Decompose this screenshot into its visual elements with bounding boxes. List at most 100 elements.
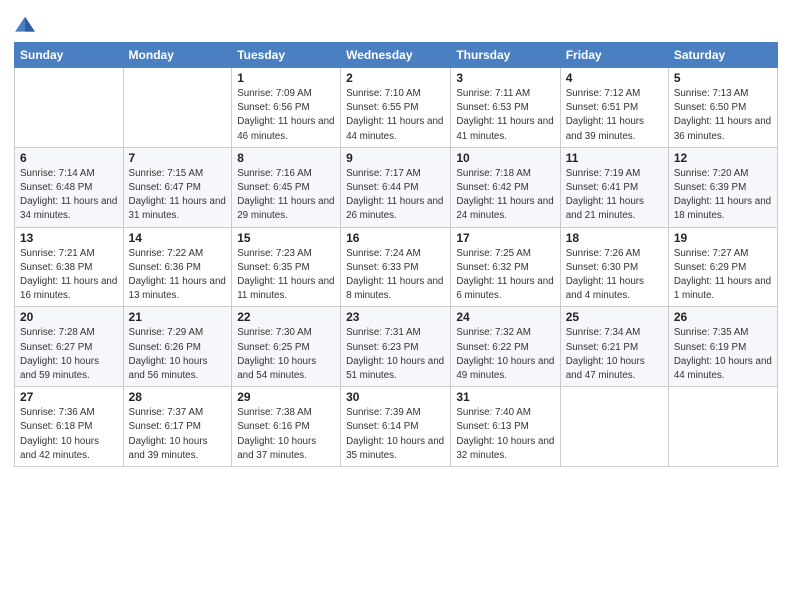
day-number: 17 [456, 231, 554, 245]
day-number: 23 [346, 310, 445, 324]
day-number: 12 [674, 151, 772, 165]
day-info: Sunrise: 7:38 AM Sunset: 6:16 PM Dayligh… [237, 407, 316, 461]
day-info: Sunrise: 7:27 AM Sunset: 6:29 PM Dayligh… [674, 248, 771, 302]
calendar-cell: 30 Sunrise: 7:39 AM Sunset: 6:14 PM Dayli… [341, 387, 451, 467]
calendar-cell: 1Sunrise: 7:09 AM Sunset: 6:56 PM Daylig… [232, 68, 341, 148]
day-number: 14 [129, 231, 227, 245]
weekday-header: Wednesday [341, 43, 451, 68]
day-info: Sunrise: 7:26 AM Sunset: 6:30 PM Dayligh… [566, 248, 644, 302]
calendar-cell: 6 Sunrise: 7:14 AM Sunset: 6:48 PM Daylig… [15, 147, 124, 227]
day-number: 7 [129, 151, 227, 165]
day-info: Sunrise: 7:22 AM Sunset: 6:36 PM Dayligh… [129, 248, 226, 302]
calendar-cell: 15 Sunrise: 7:23 AM Sunset: 6:35 PM Dayli… [232, 227, 341, 307]
calendar-cell [668, 387, 777, 467]
calendar-cell: 16 Sunrise: 7:24 AM Sunset: 6:33 PM Dayli… [341, 227, 451, 307]
day-number: 26 [674, 310, 772, 324]
day-number: 15 [237, 231, 335, 245]
calendar-cell: 2 Sunrise: 7:10 AM Sunset: 6:55 PM Daylig… [341, 68, 451, 148]
day-info: Sunrise: 7:25 AM Sunset: 6:32 PM Dayligh… [456, 248, 553, 302]
calendar-cell: 25Sunrise: 7:34 AM Sunset: 6:21 PM Dayli… [560, 307, 668, 387]
day-number: 8 [237, 151, 335, 165]
day-info: Sunrise: 7:36 AM Sunset: 6:18 PM Dayligh… [20, 407, 99, 461]
calendar-cell: 3 Sunrise: 7:11 AM Sunset: 6:53 PM Daylig… [451, 68, 560, 148]
calendar-page: SundayMondayTuesdayWednesdayThursdayFrid… [0, 0, 792, 612]
day-info: Sunrise: 7:35 AM Sunset: 6:19 PM Dayligh… [674, 327, 772, 381]
calendar-cell: 31 Sunrise: 7:40 AM Sunset: 6:13 PM Dayli… [451, 387, 560, 467]
day-info: Sunrise: 7:30 AM Sunset: 6:25 PM Dayligh… [237, 327, 316, 381]
calendar-cell: 20Sunrise: 7:28 AM Sunset: 6:27 PM Dayli… [15, 307, 124, 387]
day-number: 2 [346, 71, 445, 85]
calendar-body: 1Sunrise: 7:09 AM Sunset: 6:56 PM Daylig… [15, 68, 778, 467]
calendar-week-row: 1Sunrise: 7:09 AM Sunset: 6:56 PM Daylig… [15, 68, 778, 148]
day-number: 22 [237, 310, 335, 324]
day-info: Sunrise: 7:29 AM Sunset: 6:26 PM Dayligh… [129, 327, 208, 381]
logo [14, 14, 41, 36]
day-info: Sunrise: 7:18 AM Sunset: 6:42 PM Dayligh… [456, 168, 553, 222]
weekday-header: Tuesday [232, 43, 341, 68]
weekday-header-row: SundayMondayTuesdayWednesdayThursdayFrid… [15, 43, 778, 68]
day-info: Sunrise: 7:24 AM Sunset: 6:33 PM Dayligh… [346, 248, 443, 302]
day-info: Sunrise: 7:13 AM Sunset: 6:50 PM Dayligh… [674, 88, 771, 142]
weekday-header: Friday [560, 43, 668, 68]
day-number: 6 [20, 151, 118, 165]
day-info: Sunrise: 7:14 AM Sunset: 6:48 PM Dayligh… [20, 168, 117, 222]
day-info: Sunrise: 7:34 AM Sunset: 6:21 PM Dayligh… [566, 327, 645, 381]
day-number: 3 [456, 71, 554, 85]
day-info: Sunrise: 7:28 AM Sunset: 6:27 PM Dayligh… [20, 327, 99, 381]
day-info: Sunrise: 7:11 AM Sunset: 6:53 PM Dayligh… [456, 88, 553, 142]
calendar-cell: 26 Sunrise: 7:35 AM Sunset: 6:19 PM Dayli… [668, 307, 777, 387]
calendar-cell: 22 Sunrise: 7:30 AM Sunset: 6:25 PM Dayli… [232, 307, 341, 387]
day-number: 28 [129, 390, 227, 404]
day-info: Sunrise: 7:31 AM Sunset: 6:23 PM Dayligh… [346, 327, 444, 381]
day-info: Sunrise: 7:10 AM Sunset: 6:55 PM Dayligh… [346, 88, 443, 142]
day-number: 21 [129, 310, 227, 324]
calendar-cell: 14 Sunrise: 7:22 AM Sunset: 6:36 PM Dayli… [123, 227, 232, 307]
calendar-cell: 9 Sunrise: 7:17 AM Sunset: 6:44 PM Daylig… [341, 147, 451, 227]
day-number: 9 [346, 151, 445, 165]
day-number: 29 [237, 390, 335, 404]
calendar-cell: 19 Sunrise: 7:27 AM Sunset: 6:29 PM Dayli… [668, 227, 777, 307]
day-number: 31 [456, 390, 554, 404]
weekday-header: Thursday [451, 43, 560, 68]
day-info: Sunrise: 7:20 AM Sunset: 6:39 PM Dayligh… [674, 168, 771, 222]
day-number: 4 [566, 71, 663, 85]
calendar-cell [560, 387, 668, 467]
day-info: Sunrise: 7:37 AM Sunset: 6:17 PM Dayligh… [129, 407, 208, 461]
calendar-cell: 24 Sunrise: 7:32 AM Sunset: 6:22 PM Dayli… [451, 307, 560, 387]
day-number: 1 [237, 71, 335, 85]
calendar-cell: 12 Sunrise: 7:20 AM Sunset: 6:39 PM Dayli… [668, 147, 777, 227]
page-header [14, 10, 778, 36]
day-number: 19 [674, 231, 772, 245]
day-info: Sunrise: 7:17 AM Sunset: 6:44 PM Dayligh… [346, 168, 443, 222]
calendar-cell: 4 Sunrise: 7:12 AM Sunset: 6:51 PM Daylig… [560, 68, 668, 148]
day-number: 16 [346, 231, 445, 245]
day-number: 24 [456, 310, 554, 324]
weekday-header: Saturday [668, 43, 777, 68]
calendar-week-row: 27 Sunrise: 7:36 AM Sunset: 6:18 PM Dayli… [15, 387, 778, 467]
day-number: 10 [456, 151, 554, 165]
weekday-header: Sunday [15, 43, 124, 68]
day-info: Sunrise: 7:12 AM Sunset: 6:51 PM Dayligh… [566, 88, 644, 142]
day-number: 11 [566, 151, 663, 165]
day-number: 13 [20, 231, 118, 245]
calendar-cell: 23 Sunrise: 7:31 AM Sunset: 6:23 PM Dayli… [341, 307, 451, 387]
day-number: 18 [566, 231, 663, 245]
calendar-cell: 8Sunrise: 7:16 AM Sunset: 6:45 PM Daylig… [232, 147, 341, 227]
day-number: 30 [346, 390, 445, 404]
calendar-cell: 17 Sunrise: 7:25 AM Sunset: 6:32 PM Dayli… [451, 227, 560, 307]
day-number: 27 [20, 390, 118, 404]
calendar-week-row: 13Sunrise: 7:21 AM Sunset: 6:38 PM Dayli… [15, 227, 778, 307]
day-info: Sunrise: 7:23 AM Sunset: 6:35 PM Dayligh… [237, 248, 334, 302]
calendar-cell: 5 Sunrise: 7:13 AM Sunset: 6:50 PM Daylig… [668, 68, 777, 148]
calendar-cell [123, 68, 232, 148]
day-info: Sunrise: 7:32 AM Sunset: 6:22 PM Dayligh… [456, 327, 554, 381]
calendar-cell: 18 Sunrise: 7:26 AM Sunset: 6:30 PM Dayli… [560, 227, 668, 307]
day-info: Sunrise: 7:39 AM Sunset: 6:14 PM Dayligh… [346, 407, 444, 461]
logo-icon [14, 14, 36, 36]
day-info: Sunrise: 7:40 AM Sunset: 6:13 PM Dayligh… [456, 407, 554, 461]
calendar-table: SundayMondayTuesdayWednesdayThursdayFrid… [14, 42, 778, 467]
calendar-cell: 27 Sunrise: 7:36 AM Sunset: 6:18 PM Dayli… [15, 387, 124, 467]
day-number: 5 [674, 71, 772, 85]
calendar-cell: 28 Sunrise: 7:37 AM Sunset: 6:17 PM Dayli… [123, 387, 232, 467]
calendar-cell: 13Sunrise: 7:21 AM Sunset: 6:38 PM Dayli… [15, 227, 124, 307]
